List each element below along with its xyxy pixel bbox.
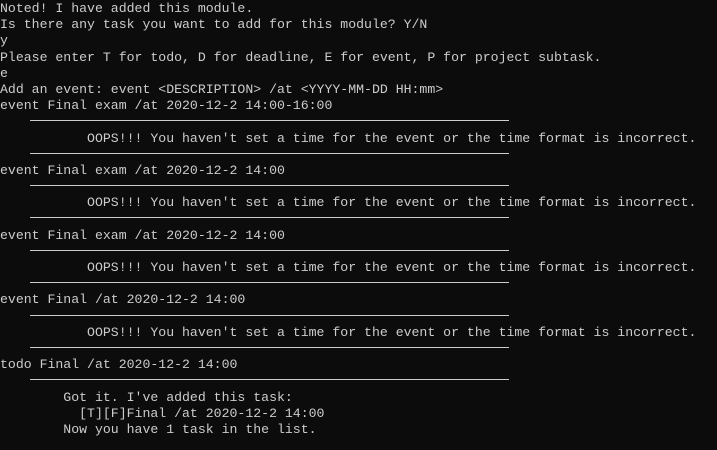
terminal-line: event Final exam /at 2020-12-2 14:00-16:… <box>0 98 333 114</box>
terminal-line: Noted! I have added this module. <box>0 1 254 16</box>
separator-line <box>0 276 717 292</box>
terminal-line: todo Final /at 2020-12-2 14:00 <box>0 357 238 373</box>
terminal-line: Add an event: event <DESCRIPTION> /at <Y… <box>0 81 444 97</box>
terminal-line: event Final exam /at 2020-12-2 14:00 <box>0 227 285 243</box>
separator-rule <box>30 282 509 284</box>
terminal-line: Is there any task you want to add for th… <box>0 17 428 33</box>
terminal-line: Got it. I've added this task: <box>0 389 293 405</box>
separator-line <box>0 179 717 195</box>
terminal-line: event Final exam /at 2020-12-2 14:00 <box>0 162 285 178</box>
terminal-line: e <box>0 65 8 81</box>
terminal-line: y <box>0 33 8 49</box>
separator-rule <box>30 152 509 154</box>
terminal-line: OOPS!!! You haven't set a time for the e… <box>0 260 697 275</box>
separator-rule <box>30 217 509 219</box>
separator-line <box>0 373 717 389</box>
terminal-line: OOPS!!! You haven't set a time for the e… <box>0 130 697 146</box>
separator-rule <box>30 314 509 316</box>
separator-line <box>0 147 717 163</box>
separator-line <box>0 114 717 130</box>
separator-rule <box>30 346 509 348</box>
terminal-line: event Final /at 2020-12-2 14:00 <box>0 292 246 308</box>
separator-rule <box>30 379 509 381</box>
separator-rule <box>30 249 509 251</box>
terminal-line: Now you have 1 task in the list. <box>0 421 317 437</box>
terminal-line: Please enter T for todo, D for deadline,… <box>0 49 602 65</box>
separator-line <box>0 309 717 325</box>
separator-line <box>0 244 717 260</box>
terminal-line: OOPS!!! You haven't set a time for the e… <box>0 324 697 340</box>
separator-line <box>0 211 717 227</box>
terminal-output[interactable]: Noted! I have added this module. Is there… <box>0 0 717 450</box>
separator-rule <box>30 120 509 122</box>
separator-line <box>0 341 717 357</box>
terminal-line: [T][F]Final /at 2020-12-2 14:00 <box>0 405 325 421</box>
terminal-line: OOPS!!! You haven't set a time for the e… <box>0 195 697 211</box>
separator-rule <box>30 185 509 187</box>
